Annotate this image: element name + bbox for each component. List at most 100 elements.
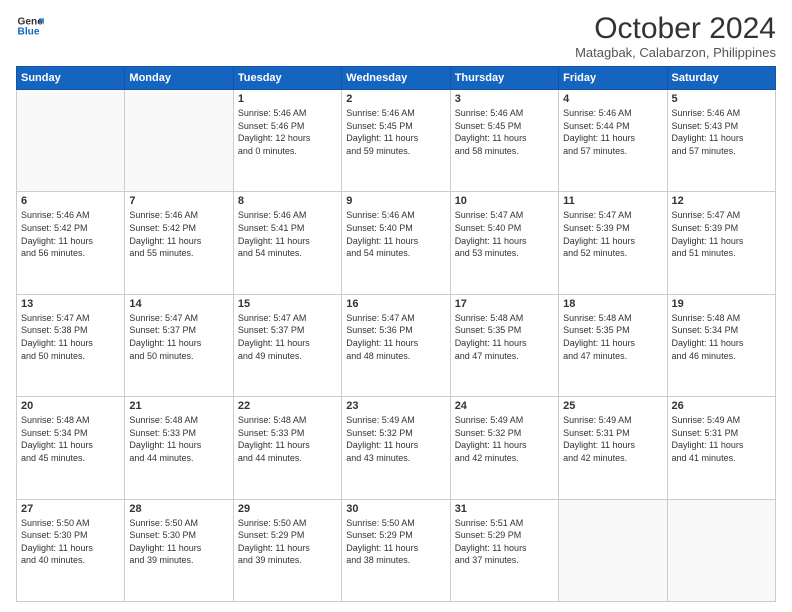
day-number: 25 bbox=[563, 400, 662, 412]
table-row: 31Sunrise: 5:51 AM Sunset: 5:29 PM Dayli… bbox=[450, 499, 558, 601]
header-thursday: Thursday bbox=[450, 67, 558, 90]
subtitle: Matagbak, Calabarzon, Philippines bbox=[575, 45, 776, 60]
header-monday: Monday bbox=[125, 67, 233, 90]
table-row: 9 Sunrise: 5:46 AM Sunset: 5:40 PM Daylig… bbox=[342, 192, 450, 294]
header: General Blue October 2024 Matagbak, Cala… bbox=[16, 12, 776, 60]
table-row: 2 Sunrise: 5:46 AM Sunset: 5:45 PM Daylig… bbox=[342, 90, 450, 192]
day-info: Sunrise: 5:48 AM Sunset: 5:33 PM Dayligh… bbox=[238, 414, 337, 464]
table-row: 5 Sunrise: 5:46 AM Sunset: 5:43 PM Daylig… bbox=[667, 90, 775, 192]
day-info: Sunrise: 5:50 AM Sunset: 5:29 PM Dayligh… bbox=[238, 517, 337, 567]
day-info: Sunrise: 5:49 AM Sunset: 5:32 PM Dayligh… bbox=[346, 414, 445, 464]
header-tuesday: Tuesday bbox=[233, 67, 341, 90]
day-number: 15 bbox=[238, 298, 337, 310]
main-title: October 2024 bbox=[575, 12, 776, 45]
table-row: 3 Sunrise: 5:46 AM Sunset: 5:45 PM Daylig… bbox=[450, 90, 558, 192]
day-info: Sunrise: 5:47 AM Sunset: 5:39 PM Dayligh… bbox=[563, 209, 662, 259]
table-row: 17 Sunrise: 5:48 AM Sunset: 5:35 PM Dayli… bbox=[450, 294, 558, 396]
day-number: 20 bbox=[21, 400, 120, 412]
table-row: 15 Sunrise: 5:47 AM Sunset: 5:37 PM Dayli… bbox=[233, 294, 341, 396]
table-row: 29 Sunrise: 5:50 AM Sunset: 5:29 PM Dayli… bbox=[233, 499, 341, 601]
table-row: 6 Sunrise: 5:46 AM Sunset: 5:42 PM Daylig… bbox=[17, 192, 125, 294]
table-row: 21 Sunrise: 5:48 AM Sunset: 5:33 PM Dayli… bbox=[125, 397, 233, 499]
day-number: 10 bbox=[455, 195, 554, 207]
day-number: 7 bbox=[129, 195, 228, 207]
day-number: 16 bbox=[346, 298, 445, 310]
day-number: 6 bbox=[21, 195, 120, 207]
header-saturday: Saturday bbox=[667, 67, 775, 90]
header-friday: Friday bbox=[559, 67, 667, 90]
day-number: 30 bbox=[346, 503, 445, 515]
calendar-week-row: 20 Sunrise: 5:48 AM Sunset: 5:34 PM Dayli… bbox=[17, 397, 776, 499]
table-row: 11 Sunrise: 5:47 AM Sunset: 5:39 PM Dayli… bbox=[559, 192, 667, 294]
table-row: 25Sunrise: 5:49 AM Sunset: 5:31 PM Dayli… bbox=[559, 397, 667, 499]
table-row: 18 Sunrise: 5:48 AM Sunset: 5:35 PM Dayli… bbox=[559, 294, 667, 396]
header-wednesday: Wednesday bbox=[342, 67, 450, 90]
calendar-week-row: 1Sunrise: 5:46 AM Sunset: 5:46 PM Daylig… bbox=[17, 90, 776, 192]
day-info: Sunrise: 5:47 AM Sunset: 5:37 PM Dayligh… bbox=[238, 312, 337, 362]
table-row: 1Sunrise: 5:46 AM Sunset: 5:46 PM Daylig… bbox=[233, 90, 341, 192]
day-number: 22 bbox=[238, 400, 337, 412]
day-info: Sunrise: 5:46 AM Sunset: 5:46 PM Dayligh… bbox=[238, 107, 337, 157]
day-info: Sunrise: 5:48 AM Sunset: 5:33 PM Dayligh… bbox=[129, 414, 228, 464]
day-number: 12 bbox=[672, 195, 771, 207]
day-info: Sunrise: 5:48 AM Sunset: 5:35 PM Dayligh… bbox=[563, 312, 662, 362]
day-number: 28 bbox=[129, 503, 228, 515]
calendar-table: Sunday Monday Tuesday Wednesday Thursday… bbox=[16, 66, 776, 602]
day-info: Sunrise: 5:47 AM Sunset: 5:36 PM Dayligh… bbox=[346, 312, 445, 362]
day-info: Sunrise: 5:50 AM Sunset: 5:29 PM Dayligh… bbox=[346, 517, 445, 567]
table-row bbox=[125, 90, 233, 192]
logo: General Blue bbox=[16, 12, 44, 40]
day-number: 11 bbox=[563, 195, 662, 207]
day-number: 29 bbox=[238, 503, 337, 515]
table-row: 27Sunrise: 5:50 AM Sunset: 5:30 PM Dayli… bbox=[17, 499, 125, 601]
day-info: Sunrise: 5:48 AM Sunset: 5:34 PM Dayligh… bbox=[21, 414, 120, 464]
day-number: 14 bbox=[129, 298, 228, 310]
day-number: 18 bbox=[563, 298, 662, 310]
day-number: 21 bbox=[129, 400, 228, 412]
table-row bbox=[559, 499, 667, 601]
day-info: Sunrise: 5:50 AM Sunset: 5:30 PM Dayligh… bbox=[21, 517, 120, 567]
day-info: Sunrise: 5:47 AM Sunset: 5:39 PM Dayligh… bbox=[672, 209, 771, 259]
table-row: 7Sunrise: 5:46 AM Sunset: 5:42 PM Daylig… bbox=[125, 192, 233, 294]
day-info: Sunrise: 5:46 AM Sunset: 5:40 PM Dayligh… bbox=[346, 209, 445, 259]
day-number: 26 bbox=[672, 400, 771, 412]
table-row: 10 Sunrise: 5:47 AM Sunset: 5:40 PM Dayli… bbox=[450, 192, 558, 294]
table-row bbox=[17, 90, 125, 192]
table-row: 24Sunrise: 5:49 AM Sunset: 5:32 PM Dayli… bbox=[450, 397, 558, 499]
table-row bbox=[667, 499, 775, 601]
table-row: 4Sunrise: 5:46 AM Sunset: 5:44 PM Daylig… bbox=[559, 90, 667, 192]
day-number: 23 bbox=[346, 400, 445, 412]
table-row: 8 Sunrise: 5:46 AM Sunset: 5:41 PM Daylig… bbox=[233, 192, 341, 294]
day-info: Sunrise: 5:49 AM Sunset: 5:31 PM Dayligh… bbox=[672, 414, 771, 464]
day-info: Sunrise: 5:47 AM Sunset: 5:40 PM Dayligh… bbox=[455, 209, 554, 259]
day-info: Sunrise: 5:46 AM Sunset: 5:44 PM Dayligh… bbox=[563, 107, 662, 157]
calendar-week-row: 6 Sunrise: 5:46 AM Sunset: 5:42 PM Daylig… bbox=[17, 192, 776, 294]
day-info: Sunrise: 5:47 AM Sunset: 5:37 PM Dayligh… bbox=[129, 312, 228, 362]
day-number: 2 bbox=[346, 93, 445, 105]
day-info: Sunrise: 5:50 AM Sunset: 5:30 PM Dayligh… bbox=[129, 517, 228, 567]
day-info: Sunrise: 5:46 AM Sunset: 5:43 PM Dayligh… bbox=[672, 107, 771, 157]
day-number: 5 bbox=[672, 93, 771, 105]
day-info: Sunrise: 5:46 AM Sunset: 5:42 PM Dayligh… bbox=[21, 209, 120, 259]
svg-text:Blue: Blue bbox=[18, 27, 40, 38]
day-number: 8 bbox=[238, 195, 337, 207]
table-row: 28 Sunrise: 5:50 AM Sunset: 5:30 PM Dayli… bbox=[125, 499, 233, 601]
day-number: 19 bbox=[672, 298, 771, 310]
day-info: Sunrise: 5:48 AM Sunset: 5:35 PM Dayligh… bbox=[455, 312, 554, 362]
day-info: Sunrise: 5:46 AM Sunset: 5:45 PM Dayligh… bbox=[346, 107, 445, 157]
title-block: October 2024 Matagbak, Calabarzon, Phili… bbox=[575, 12, 776, 60]
day-info: Sunrise: 5:46 AM Sunset: 5:45 PM Dayligh… bbox=[455, 107, 554, 157]
day-number: 9 bbox=[346, 195, 445, 207]
day-number: 31 bbox=[455, 503, 554, 515]
day-number: 17 bbox=[455, 298, 554, 310]
day-number: 3 bbox=[455, 93, 554, 105]
table-row: 26 Sunrise: 5:49 AM Sunset: 5:31 PM Dayli… bbox=[667, 397, 775, 499]
table-row: 12 Sunrise: 5:47 AM Sunset: 5:39 PM Dayli… bbox=[667, 192, 775, 294]
header-sunday: Sunday bbox=[17, 67, 125, 90]
day-info: Sunrise: 5:49 AM Sunset: 5:32 PM Dayligh… bbox=[455, 414, 554, 464]
page: General Blue October 2024 Matagbak, Cala… bbox=[0, 0, 792, 612]
day-info: Sunrise: 5:46 AM Sunset: 5:41 PM Dayligh… bbox=[238, 209, 337, 259]
day-info: Sunrise: 5:48 AM Sunset: 5:34 PM Dayligh… bbox=[672, 312, 771, 362]
table-row: 13Sunrise: 5:47 AM Sunset: 5:38 PM Dayli… bbox=[17, 294, 125, 396]
table-row: 16 Sunrise: 5:47 AM Sunset: 5:36 PM Dayli… bbox=[342, 294, 450, 396]
